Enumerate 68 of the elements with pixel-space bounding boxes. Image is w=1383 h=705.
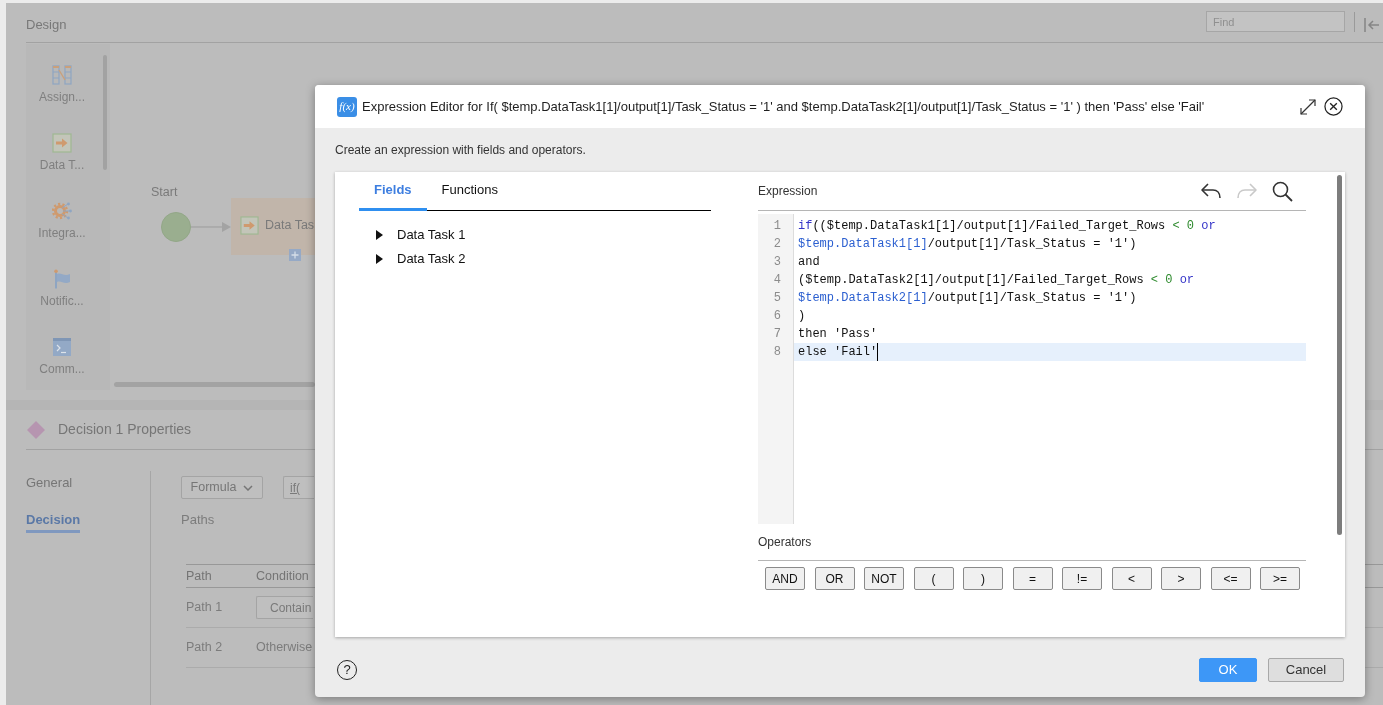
operator-button[interactable]: >: [1161, 567, 1201, 590]
code-line: $temp.DataTask2[1]/output[1]/Task_Status = '1'): [798, 290, 1138, 307]
table-cell-text: Path 1: [186, 599, 224, 617]
operator-button[interactable]: =: [1012, 567, 1053, 590]
code-line: then 'Pass': [798, 326, 879, 343]
function-icon: f(x): [337, 96, 357, 117]
terminal-icon: [52, 337, 72, 357]
scrollbar-thumb[interactable]: [1337, 175, 1342, 535]
code-line: else 'Fail': [798, 343, 879, 361]
dialog-title: Expression Editor for If( $temp.DataTask1[1]/output[1]/Task_Status = '1' and $temp.DataTask2[1]/output[1]/Task_Status = '1' ) then 'Pass' else 'Fail': [362, 97, 1205, 116]
chevron-down-icon: [243, 484, 254, 491]
node-label: Start: [151, 185, 178, 199]
line-number: 5: [772, 290, 782, 307]
code-editor[interactable]: [758, 214, 1306, 524]
code-line: ): [798, 308, 807, 325]
column-header: Condition: [256, 567, 309, 585]
node-label: Data Tas: [265, 217, 315, 234]
gear-icon: [52, 201, 72, 221]
page-title: Design: [26, 17, 67, 33]
table-columns-icon: [52, 65, 72, 85]
cancel-button[interactable]: Cancel: [1268, 658, 1344, 682]
undo-icon[interactable]: [1200, 182, 1222, 200]
line-number: 8: [772, 344, 782, 361]
table-cell-text: Path 2: [186, 639, 224, 657]
operator-button[interactable]: AND: [765, 567, 805, 590]
operator-button[interactable]: >=: [1260, 567, 1300, 590]
line-number: 2: [772, 236, 782, 253]
operator-button[interactable]: (: [913, 567, 954, 590]
operator-button[interactable]: <=: [1210, 567, 1251, 590]
scrollbar-thumb[interactable]: [114, 382, 315, 387]
tree-item[interactable]: Data Task 1: [359, 223, 711, 247]
operator-button[interactable]: <: [1111, 567, 1152, 590]
collapse-left-icon[interactable]: [1364, 17, 1380, 33]
dialog-subtitle: Create an expression with fields and operators.: [335, 142, 586, 159]
code-line: and: [798, 254, 821, 271]
line-number: 6: [772, 308, 782, 325]
line-number: 7: [772, 326, 782, 343]
line-number: 1: [772, 218, 782, 235]
line-number: 3: [772, 254, 782, 271]
operator-button[interactable]: OR: [814, 567, 855, 590]
tree-item[interactable]: Data Task 2: [359, 247, 711, 271]
line-number: 4: [772, 272, 782, 289]
triangle-right-icon[interactable]: [376, 254, 383, 264]
operator-button[interactable]: NOT: [864, 567, 904, 590]
tab[interactable]: Functions: [426, 172, 513, 211]
connector-arrow: [191, 222, 231, 232]
arrow-square-icon: [240, 216, 259, 235]
operator-button[interactable]: ): [963, 567, 1003, 590]
plus-icon[interactable]: [289, 249, 301, 261]
section-label: Paths: [181, 512, 215, 528]
code-line: ($temp.DataTask2[1]/output[1]/Failed_Target_Rows < 0 or: [798, 272, 1196, 289]
expand-icon[interactable]: [1299, 97, 1317, 116]
diamond-icon: [26, 419, 46, 440]
start-node: [161, 212, 191, 242]
search-icon[interactable]: [1272, 180, 1293, 202]
code-line: $temp.DataTask1[1]/output[1]/Task_Status = '1'): [798, 236, 1138, 253]
close-icon[interactable]: [1324, 97, 1343, 116]
column-header: Path: [186, 567, 213, 585]
operator-button[interactable]: !=: [1062, 567, 1102, 590]
section-label: Operators: [758, 534, 812, 551]
triangle-right-icon[interactable]: [376, 230, 383, 240]
table-cell-text: Otherwise: [256, 639, 313, 657]
flag-icon: [52, 269, 72, 289]
arrow-square-icon: [52, 133, 72, 153]
code-line: if(($temp.DataTask1[1]/output[1]/Failed_Target_Rows < 0 or: [798, 218, 1217, 235]
section-label: Expression: [758, 183, 818, 200]
panel-title: Decision 1 Properties: [58, 420, 192, 439]
tab[interactable]: Fields: [359, 172, 427, 211]
